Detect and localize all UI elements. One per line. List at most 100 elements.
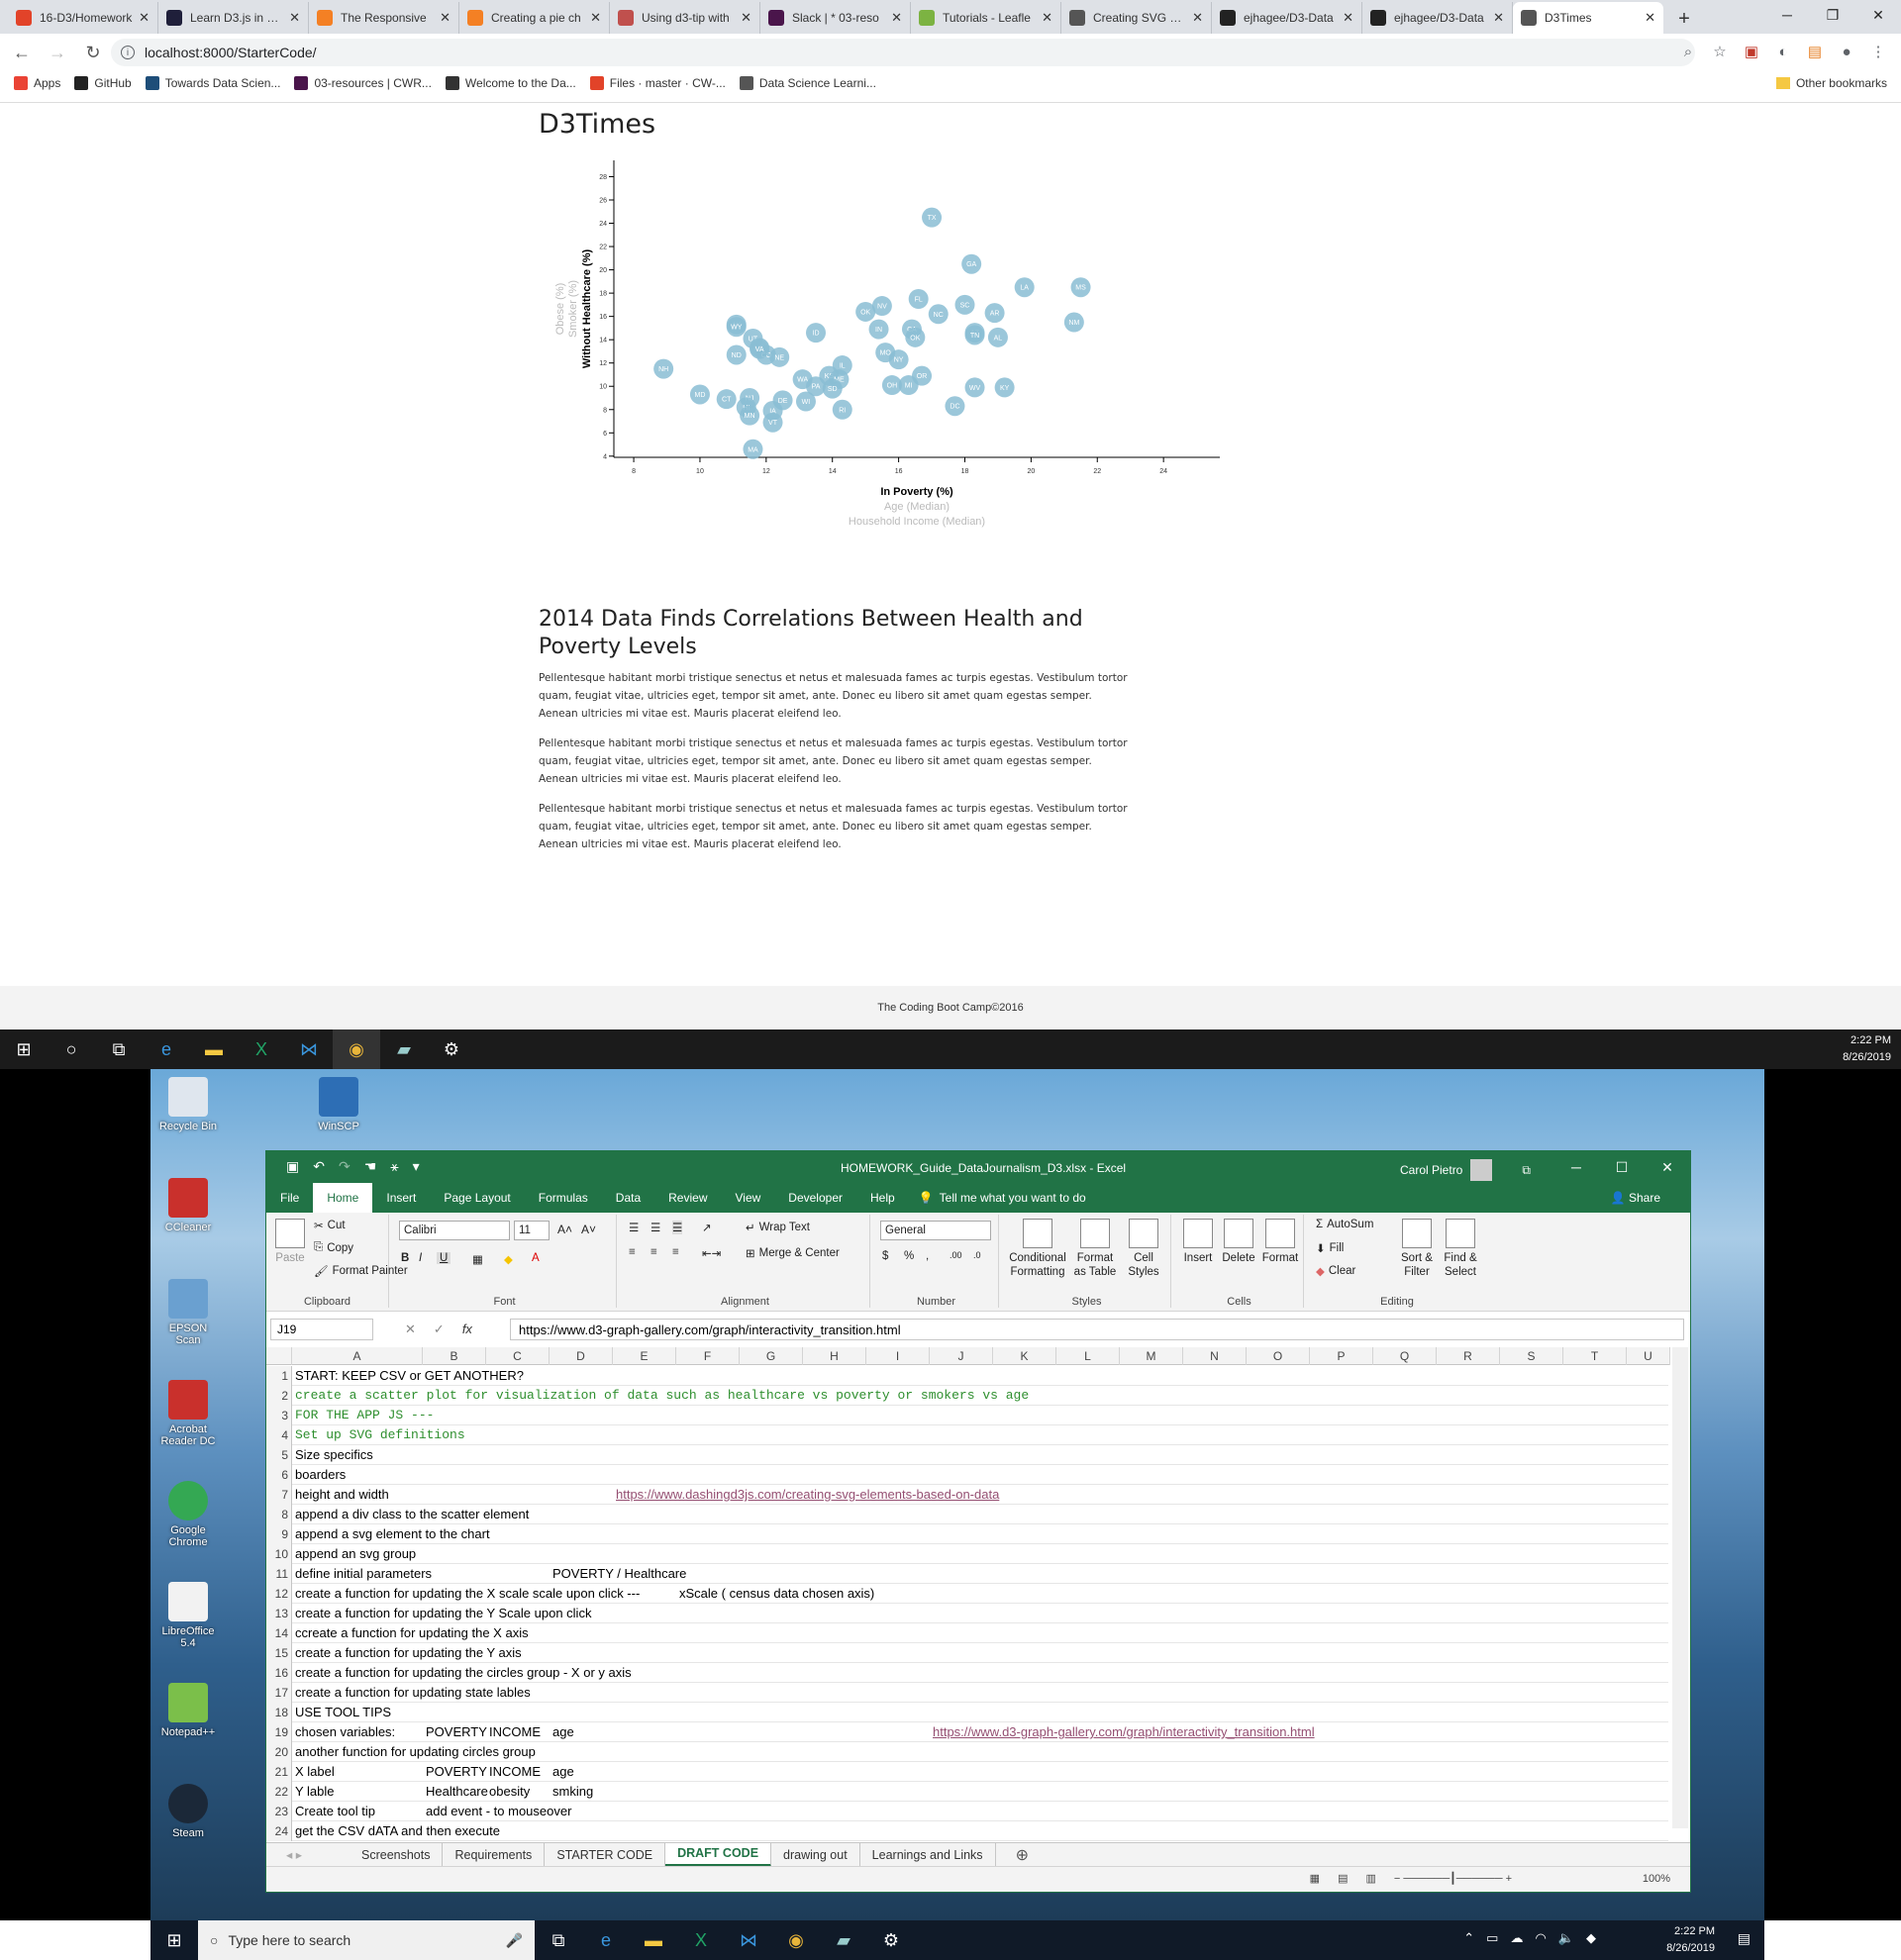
ribbon-tab[interactable]: Review [654,1183,721,1213]
x-axis-alt-label[interactable]: Household Income (Median) [849,516,985,528]
row-header[interactable]: 24 [266,1821,292,1841]
edge-icon[interactable]: e [582,1920,630,1960]
excel-user[interactable]: Carol Pietro ⧉ [1400,1159,1531,1181]
cell[interactable]: obesity [486,1782,530,1802]
zoom-icon[interactable]: ⌕ [1675,39,1701,64]
cell[interactable]: Healthcare [423,1782,488,1802]
row-header[interactable]: 6 [266,1465,292,1485]
cell[interactable]: append a svg element to the chart [292,1524,490,1544]
microphone-icon[interactable]: 🎤 [506,1932,523,1949]
excel-icon[interactable]: X [238,1029,285,1069]
column-header[interactable]: P [1310,1347,1373,1365]
column-header[interactable]: E [613,1347,676,1365]
column-header[interactable]: C [486,1347,550,1365]
autosum-button[interactable]: Σ AutoSum [1316,1219,1373,1230]
fill-button[interactable]: ⬇ Fill [1316,1241,1344,1255]
desktop-icon-ccleaner[interactable]: CCleaner [156,1178,220,1233]
tell-me-box[interactable]: 💡 Tell me what you want to do [919,1191,1086,1205]
clear-button[interactable]: ◆ Clear [1316,1264,1355,1278]
cell[interactable]: create a function for updating the Y Sca… [292,1604,591,1623]
share-button[interactable]: 👤 Share [1611,1191,1660,1205]
copy-button[interactable]: ⎘ Copy [314,1241,353,1254]
column-header[interactable]: D [550,1347,613,1365]
cell[interactable]: Set up SVG definitions [292,1425,465,1445]
conditional-formatting-button[interactable]: Conditional Formatting [1007,1219,1068,1279]
cell[interactable]: Create tool tip [292,1802,375,1821]
column-header[interactable]: H [803,1347,866,1365]
tab-close-icon[interactable]: ✕ [741,10,751,26]
maximize-icon[interactable]: ☐ [1599,1151,1645,1183]
task-view-icon[interactable]: ⧉ [95,1029,143,1069]
column-header[interactable]: A [292,1347,423,1365]
grow-font-icon[interactable]: A˄ [557,1223,572,1236]
tab-close-icon[interactable]: ✕ [1343,10,1353,26]
x-axis-label[interactable]: In Poverty (%) [880,486,953,498]
cell[interactable]: add event - to mouseover [423,1802,571,1821]
row-header[interactable]: 5 [266,1445,292,1465]
back-icon[interactable]: ← [8,39,36,66]
tab-close-icon[interactable]: ✕ [891,10,902,26]
chevron-up-icon[interactable]: ⌃ [1463,1930,1474,1946]
sheet-tab[interactable]: STARTER CODE [545,1842,666,1867]
tab-close-icon[interactable]: ✕ [1192,10,1203,26]
close-icon[interactable]: ✕ [1645,1151,1690,1183]
comma-icon[interactable]: , [926,1250,929,1262]
chrome-icon[interactable]: ◉ [333,1029,380,1069]
column-header[interactable]: J [930,1347,993,1365]
menu-icon[interactable]: ⋮ [1865,39,1891,64]
cell[interactable]: height and width [292,1485,389,1505]
browser-tab[interactable]: Creating SVG Ele ✕ [1061,2,1212,34]
row-header[interactable]: 9 [266,1524,292,1544]
row-header[interactable]: 17 [266,1683,292,1703]
file-explorer-icon[interactable]: ▬ [190,1029,238,1069]
row-header[interactable]: 15 [266,1643,292,1663]
normal-view-icon[interactable]: ▦ [1310,1872,1320,1885]
percent-icon[interactable]: % [904,1250,914,1262]
cut-button[interactable]: ✂ Cut [314,1219,346,1232]
edge-icon[interactable]: e [143,1029,190,1069]
cell[interactable]: POVERTY [423,1722,487,1742]
sheet-tab[interactable]: Learnings and Links [860,1842,996,1867]
battery-icon[interactable]: ▭ [1486,1930,1498,1946]
desktop-icon-libreoffice[interactable]: LibreOffice 5.4 [156,1582,220,1649]
cortana-icon[interactable]: ○ [48,1029,95,1069]
formula-input[interactable]: https://www.d3-graph-gallery.com/graph/i… [510,1319,1684,1340]
notes-icon[interactable]: ▰ [820,1920,867,1960]
redo-icon[interactable]: ↷ [339,1158,350,1175]
row-header[interactable]: 18 [266,1703,292,1722]
browser-tab[interactable]: D3Times ✕ [1513,2,1663,34]
cell[interactable]: create a function for updating state lab… [292,1683,531,1703]
column-header[interactable]: K [993,1347,1056,1365]
info-icon[interactable]: i [121,46,135,59]
merge-center-button[interactable]: ⊞ Merge & Center [746,1246,840,1260]
cell[interactable]: create a function for updating the X sca… [292,1584,640,1604]
format-as-table-button[interactable]: Format as Table [1070,1219,1120,1279]
notifications-icon[interactable]: ▤ [1738,1930,1751,1947]
extension-icon[interactable]: ▣ [1739,39,1764,64]
number-format-select[interactable]: General [880,1221,991,1240]
settings-icon[interactable]: ⚙ [867,1920,915,1960]
cell[interactable]: INCOME [486,1722,541,1742]
zoom-level[interactable]: 100% [1643,1873,1670,1885]
column-header[interactable]: F [676,1347,740,1365]
cell[interactable]: create a function for updating the Y axi… [292,1643,522,1663]
windows-start-icon[interactable]: ⊞ [150,1920,198,1960]
column-header[interactable]: G [740,1347,803,1365]
customize-qat-icon[interactable]: ▾ [413,1158,420,1175]
fill-color-icon[interactable]: ◆ [504,1252,513,1266]
indent-icon[interactable]: ⇤⇥ [702,1246,721,1260]
paste-button[interactable]: Paste [274,1219,306,1265]
cell[interactable]: ccreate a function for updating the X ax… [292,1623,529,1643]
align-middle-icon[interactable]: ☰ [650,1221,660,1234]
desktop-icon-recycle-bin[interactable]: Recycle Bin [156,1077,220,1132]
excel-icon[interactable]: X [677,1920,725,1960]
row-header[interactable]: 20 [266,1742,292,1762]
format-cells-button[interactable]: Format [1260,1219,1300,1265]
enter-icon[interactable]: ✓ [434,1322,445,1337]
column-header[interactable]: I [866,1347,930,1365]
cell[interactable]: FOR THE APP JS --- [292,1406,434,1425]
forward-icon[interactable]: → [44,39,71,66]
reload-icon[interactable]: ↻ [79,39,107,66]
cell[interactable]: append a div class to the scatter elemen… [292,1505,529,1524]
task-view-icon[interactable]: ⧉ [535,1920,582,1960]
